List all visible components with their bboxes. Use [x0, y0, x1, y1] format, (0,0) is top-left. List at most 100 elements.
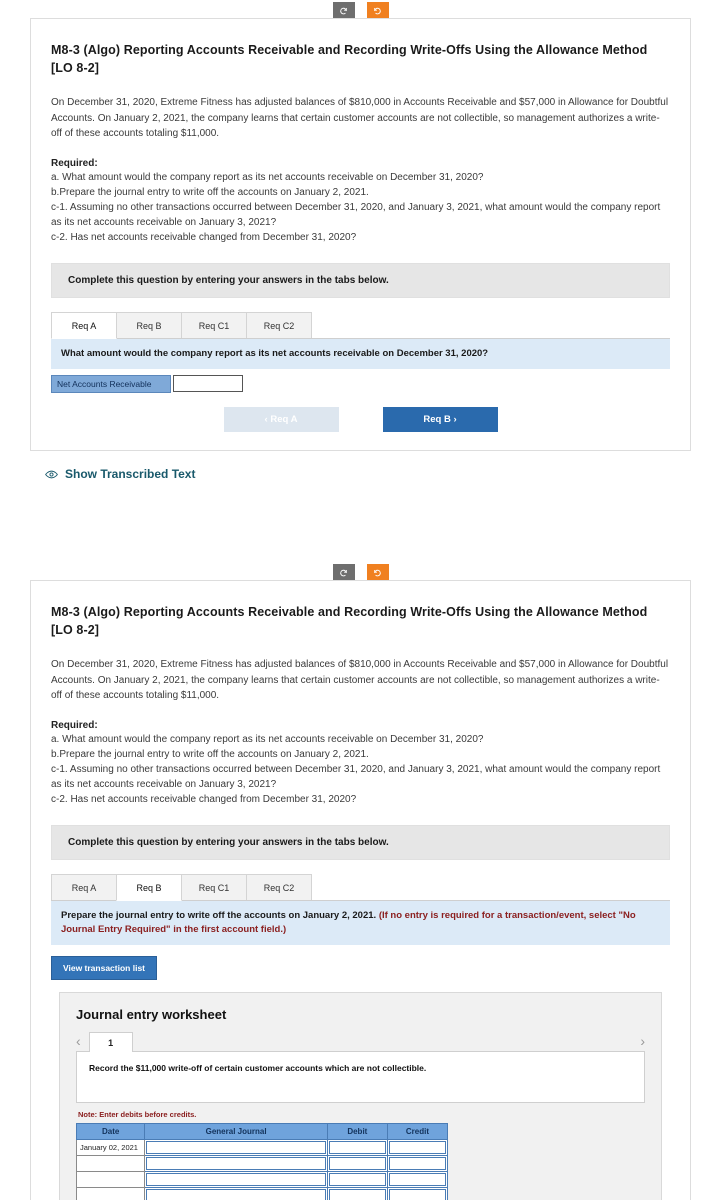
- cell-date[interactable]: [75, 1187, 146, 1200]
- req-nav-buttons-a: ‹ Req A Req B ›: [51, 407, 670, 432]
- page-title-2: M8-3 (Algo) Reporting Accounts Receivabl…: [51, 605, 648, 638]
- complete-question-banner: Complete this question by entering your …: [51, 262, 670, 298]
- required-section: Required: a. What amount would the compa…: [51, 158, 670, 245]
- required-item-b-2: b.Prepare the journal entry to write off…: [51, 748, 369, 760]
- worksheet-next-arrow[interactable]: ›: [640, 1034, 645, 1052]
- show-transcribed-text-label: Show Transcribed Text: [65, 467, 196, 481]
- debit-field[interactable]: [328, 1173, 386, 1187]
- credit-field[interactable]: [388, 1189, 446, 1200]
- cell-credit[interactable]: [386, 1139, 449, 1157]
- required-item-c1-2: c-1. Assuming no other transactions occu…: [51, 763, 661, 790]
- cell-general-journal[interactable]: [144, 1139, 328, 1157]
- worksheet-prev-arrow[interactable]: ‹: [76, 1034, 89, 1052]
- req-tabs-b: Req A Req B Req C1 Req C2: [51, 873, 670, 901]
- page-title: M8-3 (Algo) Reporting Accounts Receivabl…: [51, 43, 648, 76]
- next-req-b-button[interactable]: Req B ›: [382, 407, 498, 432]
- column-header-credit: Credit: [386, 1123, 449, 1141]
- cell-general-journal[interactable]: [144, 1171, 328, 1189]
- prev-req-a-button[interactable]: ‹ Req A: [223, 407, 339, 432]
- table-row: [75, 1187, 449, 1200]
- tab-req-b[interactable]: Req B: [116, 311, 182, 338]
- cell-general-journal[interactable]: [144, 1155, 328, 1173]
- cell-debit[interactable]: [326, 1171, 388, 1189]
- tab-req-b-2[interactable]: Req B: [116, 873, 182, 901]
- undo-redo-toolbar-bottom: [0, 564, 721, 580]
- table-row: January 02, 2021: [75, 1139, 449, 1157]
- journal-entry-table: Date General Journal Debit Credit Januar…: [75, 1123, 449, 1200]
- cell-general-journal[interactable]: [144, 1187, 328, 1200]
- net-accounts-receivable-input-wrap[interactable]: [173, 375, 243, 394]
- eye-icon: [45, 470, 58, 478]
- general-journal-field[interactable]: [146, 1189, 326, 1200]
- redo-icon: [374, 569, 381, 576]
- required-heading-2: Required:: [51, 719, 98, 731]
- worksheet-note: Note: Enter debits before credits.: [78, 1110, 197, 1120]
- required-heading: Required:: [51, 157, 98, 169]
- debit-field[interactable]: [328, 1157, 386, 1171]
- complete-question-banner-2: Complete this question by entering your …: [51, 824, 670, 860]
- column-header-debit: Debit: [326, 1123, 388, 1141]
- required-item-a: a. What amount would the company report …: [51, 171, 484, 183]
- question-card-a: M8-3 (Algo) Reporting Accounts Receivabl…: [30, 18, 691, 451]
- req-tabs-a: Req A Req B Req C1 Req C2: [51, 311, 670, 339]
- worksheet-record-text: Record the $11,000 write-off of certain …: [76, 1051, 645, 1104]
- credit-field[interactable]: [388, 1141, 446, 1155]
- question-body: On December 31, 2020, Extreme Fitness ha…: [51, 97, 669, 140]
- cell-date[interactable]: [75, 1171, 146, 1189]
- net-accounts-receivable-label: Net Accounts Receivable: [51, 375, 171, 393]
- cell-credit[interactable]: [386, 1155, 449, 1173]
- credit-field[interactable]: [388, 1157, 446, 1171]
- column-header-general-journal: General Journal: [144, 1123, 328, 1141]
- credit-field[interactable]: [388, 1173, 446, 1187]
- table-row: [75, 1155, 449, 1173]
- cell-debit[interactable]: [326, 1155, 388, 1173]
- req-b-prompt-main: Prepare the journal entry to write off t…: [61, 909, 377, 921]
- req-a-prompt: What amount would the company report as …: [51, 338, 670, 369]
- tab-req-c1[interactable]: Req C1: [181, 311, 247, 338]
- page-root: M8-3 (Algo) Reporting Accounts Receivabl…: [0, 0, 721, 1200]
- general-journal-field[interactable]: [146, 1157, 326, 1171]
- cell-date[interactable]: [75, 1155, 146, 1173]
- journal-table-header-row: Date General Journal Debit Credit: [75, 1123, 449, 1141]
- redo-icon: [374, 7, 381, 14]
- general-journal-field[interactable]: [146, 1173, 326, 1187]
- tab-req-c1-2[interactable]: Req C1: [181, 873, 247, 900]
- question-body-2: On December 31, 2020, Extreme Fitness ha…: [51, 659, 669, 702]
- worksheet-pager: ‹ 1 ›: [76, 1032, 645, 1053]
- net-accounts-receivable-row: Net Accounts Receivable: [51, 375, 670, 394]
- tab-req-a[interactable]: Req A: [51, 311, 117, 339]
- required-item-b: b.Prepare the journal entry to write off…: [51, 186, 369, 198]
- table-row: [75, 1171, 449, 1189]
- cell-debit[interactable]: [326, 1139, 388, 1157]
- undo-button-2[interactable]: [332, 564, 355, 580]
- tab-req-c2-2[interactable]: Req C2: [246, 873, 312, 900]
- undo-redo-toolbar-top: [0, 2, 721, 18]
- debit-field[interactable]: [328, 1189, 386, 1200]
- general-journal-field[interactable]: [146, 1141, 326, 1155]
- required-section-2: Required: a. What amount would the compa…: [51, 720, 670, 807]
- view-transaction-list-button[interactable]: View transaction list: [51, 956, 157, 981]
- undo-icon: [340, 7, 347, 14]
- redo-button[interactable]: [366, 2, 389, 18]
- cell-date[interactable]: January 02, 2021: [75, 1139, 146, 1157]
- tab-req-c2[interactable]: Req C2: [246, 311, 312, 338]
- worksheet-title: Journal entry worksheet: [76, 1007, 227, 1023]
- debit-field[interactable]: [328, 1141, 386, 1155]
- required-item-a-2: a. What amount would the company report …: [51, 733, 484, 745]
- journal-table-body: January 02, 2021: [75, 1139, 449, 1200]
- cell-debit[interactable]: [326, 1187, 388, 1200]
- show-transcribed-text-link[interactable]: Show Transcribed Text: [45, 467, 721, 481]
- column-header-date: Date: [75, 1123, 146, 1141]
- undo-icon: [340, 569, 347, 576]
- req-b-prompt: Prepare the journal entry to write off t…: [51, 900, 670, 946]
- worksheet-page-tab-1[interactable]: 1: [88, 1032, 133, 1053]
- required-item-c1: c-1. Assuming no other transactions occu…: [51, 201, 661, 228]
- net-accounts-receivable-input[interactable]: [174, 378, 242, 394]
- required-item-c2-2: c-2. Has net accounts receivable changed…: [51, 793, 357, 805]
- undo-button[interactable]: [332, 2, 355, 18]
- redo-button-2[interactable]: [366, 564, 389, 580]
- cell-credit[interactable]: [386, 1171, 449, 1189]
- tab-req-a-2[interactable]: Req A: [51, 873, 117, 900]
- journal-entry-worksheet: Journal entry worksheet ‹ 1 › Record the…: [59, 992, 662, 1200]
- cell-credit[interactable]: [386, 1187, 449, 1200]
